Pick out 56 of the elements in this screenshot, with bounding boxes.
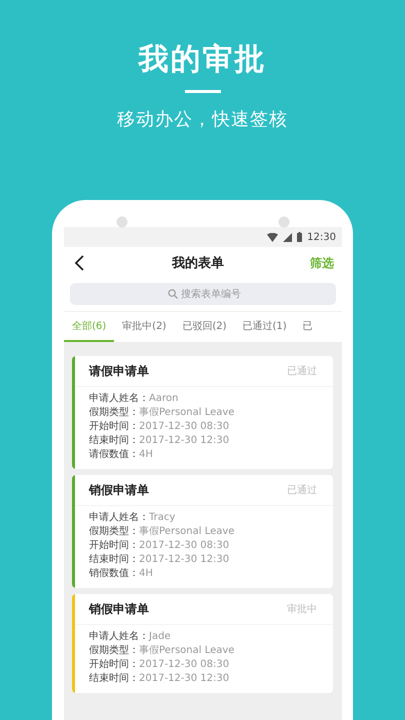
- form-card[interactable]: 销假申请单 已通过 申请人姓名：Tracy 假期类型：事假Personal Leave 开始时间：2017-12-30 08:30 结束时间：2017-12-30 12:30 销假数值：4H: [72, 475, 333, 588]
- field-label: 开始时间：: [89, 540, 139, 551]
- field-value: 2017-12-30 12:30: [139, 435, 230, 446]
- field-value: Aaron: [149, 393, 178, 404]
- title-underline: [184, 90, 220, 93]
- phone-sensor-icon: [116, 216, 128, 228]
- card-title: 请假申请单: [89, 362, 149, 380]
- field-label: 结束时间：: [89, 673, 139, 684]
- field-value: Tracy: [149, 512, 176, 523]
- field-label: 假期类型：: [89, 526, 139, 537]
- field-value: 2017-12-30 12:30: [139, 673, 230, 684]
- promo-title: 我的审批: [138, 42, 266, 78]
- field-value: 2017-12-30 08:30: [139, 540, 230, 551]
- field-value: 4H: [139, 449, 153, 460]
- field-label: 请假数值：: [89, 449, 139, 460]
- back-icon[interactable]: [74, 255, 86, 271]
- field-label: 申请人姓名：: [89, 393, 149, 404]
- filter-tab[interactable]: 已通过(1): [234, 312, 295, 342]
- status-label: 已通过: [287, 484, 317, 497]
- field-value: 事假Personal Leave: [139, 645, 234, 656]
- field-value: 2017-12-30 12:30: [139, 554, 230, 565]
- page-title: 我的表单: [172, 255, 224, 272]
- field-value: 2017-12-30 08:30: [139, 659, 230, 670]
- status-time: 12:30: [307, 232, 336, 242]
- promo-subtitle: 移动办公，快速签核: [117, 108, 288, 131]
- field-label: 假期类型：: [89, 645, 139, 656]
- status-label: 审批中: [287, 602, 317, 616]
- filter-tab[interactable]: 全部(6): [64, 312, 114, 342]
- form-card[interactable]: 请假申请单 已通过 申请人姓名：Aaron 假期类型：事假Personal Leave 开始时间：2017-12-30 08:30 结束时间：2017-12-30 12:30 请假数值：4H: [72, 356, 333, 469]
- field-label: 结束时间：: [89, 554, 139, 565]
- wifi-icon: [267, 232, 278, 242]
- field-value: 事假Personal Leave: [139, 407, 234, 418]
- signal-icon: [283, 232, 292, 242]
- field-label: 申请人姓名：: [89, 631, 149, 642]
- field-label: 销假数值：: [89, 568, 139, 579]
- field-label: 开始时间：: [89, 421, 139, 432]
- search-icon: [168, 289, 178, 299]
- phone-sensor-icon: [278, 216, 290, 228]
- filter-button[interactable]: 筛选: [310, 254, 334, 272]
- search-field[interactable]: 搜索表单编号: [70, 283, 336, 305]
- battery-icon: [297, 232, 302, 242]
- field-label: 开始时间：: [89, 659, 139, 670]
- field-label: 假期类型：: [89, 407, 139, 418]
- card-title: 销假申请单: [89, 482, 149, 498]
- field-label: 申请人姓名：: [89, 512, 149, 523]
- filter-tab[interactable]: 已: [294, 312, 321, 342]
- filter-tab[interactable]: 已驳回(2): [174, 312, 235, 342]
- card-title: 销假申请单: [89, 600, 149, 618]
- field-value: Jade: [149, 631, 171, 642]
- field-value: 4H: [139, 568, 153, 579]
- field-value: 事假Personal Leave: [139, 526, 234, 537]
- filter-tab[interactable]: 审批中(2): [114, 312, 174, 342]
- field-label: 结束时间：: [89, 435, 139, 446]
- form-card[interactable]: 销假申请单 审批中 申请人姓名：Jade 假期类型：事假Personal Leave 开始时间：2017-12-30 08:30 结束时间：2017-12-30 12:30: [72, 594, 333, 693]
- status-label: 已通过: [287, 364, 317, 378]
- field-value: 2017-12-30 08:30: [139, 421, 230, 432]
